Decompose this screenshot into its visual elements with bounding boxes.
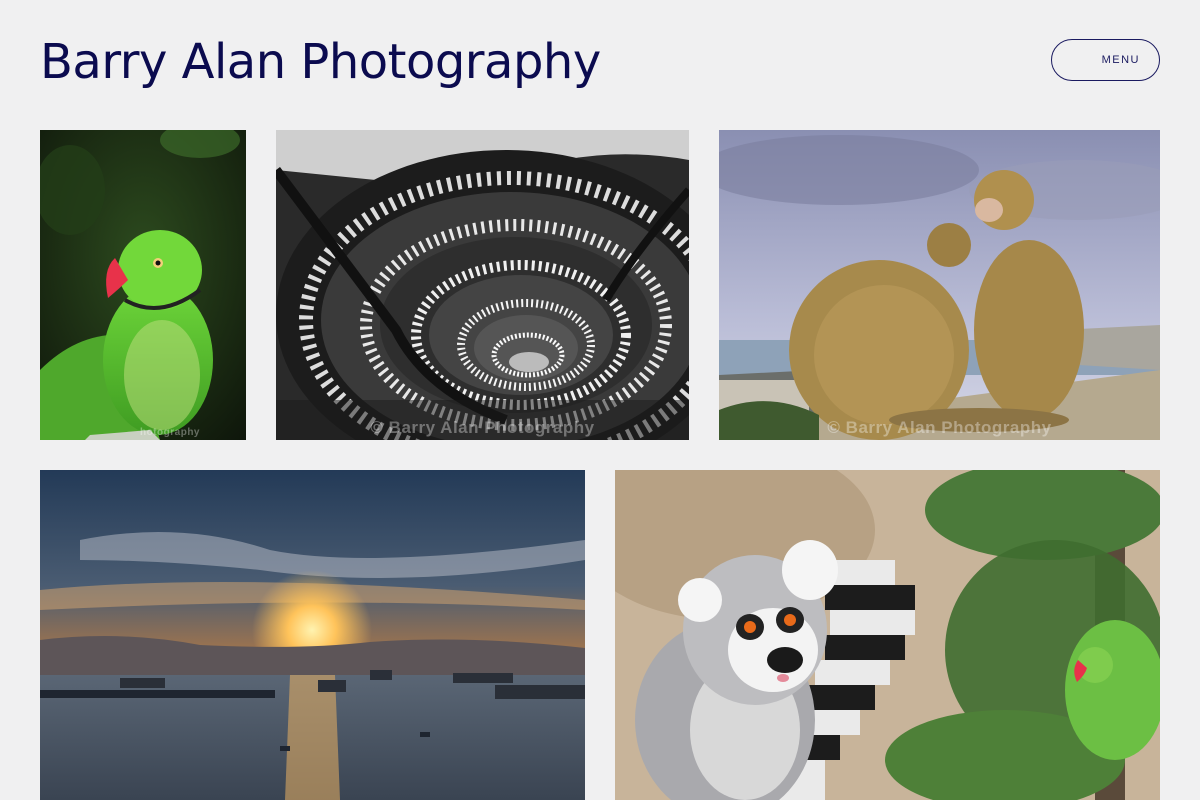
site-title[interactable]: Barry Alan Photography	[40, 30, 601, 94]
macaques-image	[719, 130, 1160, 440]
menu-button[interactable]: MENU	[1051, 39, 1160, 81]
gallery-photo-staircase[interactable]: © Barry Alan Photography	[276, 130, 689, 440]
gallery-photo-macaques[interactable]: © Barry Alan Photography	[719, 130, 1160, 440]
lemur-image	[615, 470, 1160, 800]
watermark: © Barry Alan Photography	[827, 418, 1052, 437]
gallery-photo-lemur[interactable]	[615, 470, 1160, 800]
parakeet-image	[40, 130, 246, 440]
watermark: hotography	[140, 427, 200, 438]
watermark: © Barry Alan Photography	[370, 418, 595, 437]
gallery-photo-sunset[interactable]	[40, 470, 585, 800]
sunset-image	[40, 470, 585, 800]
staircase-image	[276, 130, 689, 440]
gallery-photo-parakeet[interactable]: hotography	[40, 130, 246, 440]
